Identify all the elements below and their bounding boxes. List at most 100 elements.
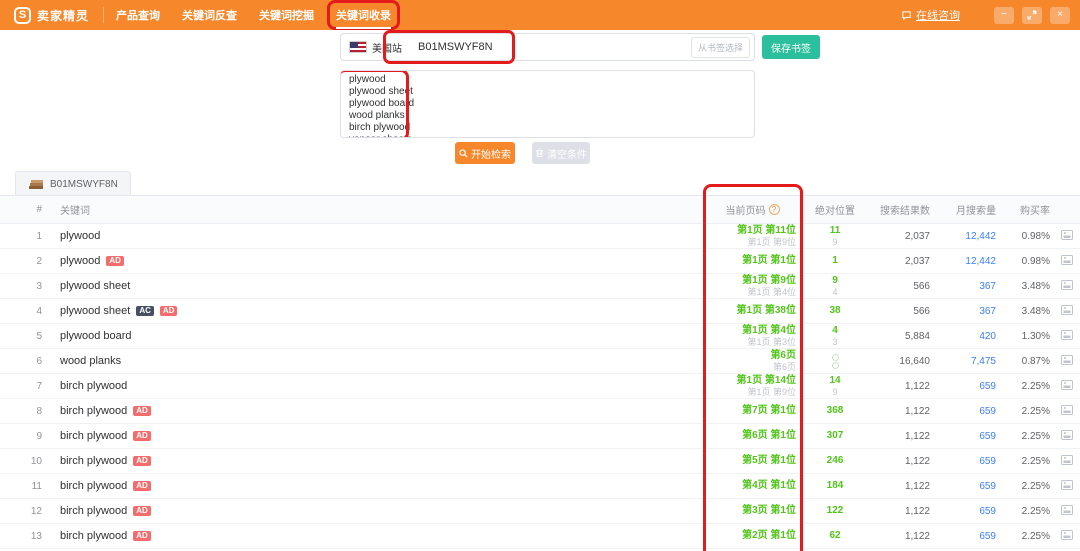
table-row[interactable]: 12 birch plywood AD 第3页 第1位 122 1,122 65… [0, 499, 1080, 524]
result-tab[interactable]: B01MSWYF8N [15, 171, 131, 196]
current-page-cell: 第6页 第1位 [705, 430, 800, 442]
help-icon[interactable]: ? [768, 204, 780, 215]
page-snapshot-icon[interactable] [1061, 427, 1073, 445]
keyword-cell: plywood board [50, 330, 705, 342]
row-index: 5 [36, 330, 42, 342]
table-row[interactable]: 3 plywood sheet 第1页 第9位 第1页 第4位 9 4 566 … [0, 274, 1080, 299]
topbar-right: 在线咨询 − × [901, 6, 1080, 24]
page-snapshot-icon[interactable] [1061, 402, 1073, 420]
row-index: 1 [36, 230, 42, 242]
result-tab-label: B01MSWYF8N [50, 178, 118, 190]
page-snapshot-icon[interactable] [1061, 277, 1073, 295]
monthly-searches-link[interactable]: 659 [979, 381, 996, 392]
monthly-searches-link[interactable]: 367 [979, 306, 996, 317]
keyword-text: birch plywood [60, 505, 128, 517]
restore-button[interactable] [1022, 6, 1042, 24]
page-snapshot-icon[interactable] [1061, 527, 1073, 545]
monthly-searches-link[interactable]: 12,442 [965, 256, 996, 267]
top-bar: S 卖家精灵 产品查询 关键词反查 关键词挖掘 关键词收录 在线咨询 − × [0, 0, 1080, 30]
absolute-position-cell: 9 4 [800, 275, 870, 298]
page-snapshot-icon[interactable] [1061, 352, 1073, 370]
page-snapshot-icon[interactable] [1061, 477, 1073, 495]
monthly-searches-link[interactable]: 659 [979, 506, 996, 517]
monthly-searches-link[interactable]: 367 [979, 281, 996, 292]
table-header-row: # 关键词 当前页码 ? 绝对位置 搜索结果数 月搜索量 购买率 [0, 196, 1080, 224]
asin-input[interactable]: B01MSWYF8N [418, 41, 493, 53]
brand[interactable]: S 卖家精灵 [0, 0, 103, 30]
monthly-searches-cell: 420 [930, 331, 1000, 342]
nav-item-3[interactable]: 关键词挖掘 [259, 5, 314, 25]
clear-conditions-button[interactable]: 清空条件 [532, 142, 590, 164]
current-page-cell: 第3页 第1位 [705, 505, 800, 517]
page-snapshot-icon[interactable] [1061, 327, 1073, 345]
site-select[interactable]: 美国站 [372, 40, 402, 55]
monthly-searches-link[interactable]: 659 [979, 431, 996, 442]
table-row[interactable]: 8 birch plywood AD 第7页 第1位 368 1,122 659… [0, 399, 1080, 424]
table-row[interactable]: 4 plywood sheet AC AD 第1页 第38位 38 566 367… [0, 299, 1080, 324]
absolute-position-primary: 38 [829, 305, 841, 316]
current-page-cell: 第6页 第6页 [705, 350, 800, 373]
monthly-searches-link[interactable]: 659 [979, 406, 996, 417]
absolute-position-cell: 184 [800, 480, 870, 492]
page-snapshot-icon[interactable] [1061, 502, 1073, 520]
online-service-link[interactable]: 在线咨询 [901, 7, 960, 23]
monthly-searches-link[interactable]: 659 [979, 531, 996, 542]
keyword-text: plywood [60, 255, 101, 267]
col-search-results: 搜索结果数 [880, 206, 930, 217]
current-page-primary: 第1页 第38位 [736, 305, 796, 316]
table-row[interactable]: 9 birch plywood AD 第6页 第1位 307 1,122 659… [0, 424, 1080, 449]
monthly-searches-link[interactable]: 420 [979, 331, 996, 342]
table-row[interactable]: 10 birch plywood AD 第5页 第1位 246 1,122 65… [0, 449, 1080, 474]
current-page-cell: 第1页 第11位 第1页 第9位 [705, 225, 800, 248]
monthly-searches-link[interactable]: 7,475 [971, 356, 996, 367]
monthly-searches-cell: 659 [930, 506, 1000, 517]
monthly-searches-link[interactable]: 659 [979, 481, 996, 492]
table-row[interactable]: 11 birch plywood AD 第4页 第1位 184 1,122 65… [0, 474, 1080, 499]
current-page-primary: 第1页 第1位 [742, 255, 796, 266]
asin-search-bar[interactable]: 美国站 B01MSWYF8N 从书签选择 [340, 30, 755, 64]
save-bookmark-button[interactable]: 保存书签 [762, 35, 820, 59]
search-results-cell: 566 [913, 305, 930, 317]
absolute-position-cell: 62 [800, 530, 870, 542]
monthly-searches-link[interactable]: 12,442 [965, 231, 996, 242]
snapshot-cell [1054, 277, 1080, 295]
close-button[interactable]: × [1050, 6, 1070, 24]
table-row[interactable]: 7 birch plywood 第1页 第14位 第1页 第9位 14 9 1,… [0, 374, 1080, 399]
monthly-searches-link[interactable]: 659 [979, 456, 996, 467]
keyword-text: birch plywood [60, 380, 128, 392]
absolute-position-primary: 1 [832, 255, 838, 266]
page-snapshot-icon[interactable] [1061, 302, 1073, 320]
from-bookmark-button[interactable]: 从书签选择 [690, 36, 750, 58]
table-row[interactable]: 2 plywood AD 第1页 第1位 1 2,037 12,442 0.98… [0, 249, 1080, 274]
absolute-position-cell: 368 [800, 405, 870, 417]
page-snapshot-icon[interactable] [1061, 452, 1073, 470]
start-search-button[interactable]: 开始检索 [455, 142, 515, 164]
snapshot-cell [1054, 377, 1080, 395]
keywords-textarea[interactable]: plywood plywood sheet plywood board wood… [341, 71, 754, 137]
nav-item-2[interactable]: 关键词反查 [182, 5, 237, 25]
keyword-text: birch plywood [60, 455, 128, 467]
col-monthly-searches: 月搜索量 [956, 206, 996, 217]
minimize-button[interactable]: − [994, 6, 1014, 24]
page-snapshot-icon[interactable] [1061, 227, 1073, 245]
table-row[interactable]: 6 wood planks 第6页 第6页 16,640 7,475 0.87% [0, 349, 1080, 374]
nav-item-1[interactable]: 产品查询 [116, 5, 160, 25]
row-index: 12 [30, 505, 42, 517]
page-snapshot-icon[interactable] [1061, 377, 1073, 395]
current-page-primary: 第2页 第1位 [742, 530, 796, 541]
keyword-cell: plywood AD [50, 255, 705, 267]
ad-badge: AD [133, 531, 151, 541]
table-row[interactable]: 1 plywood 第1页 第11位 第1页 第9位 11 9 2,037 12… [0, 224, 1080, 249]
current-page-cell: 第1页 第9位 第1页 第4位 [705, 275, 800, 298]
search-icon [459, 148, 468, 158]
keyword-cell: plywood [50, 230, 705, 242]
purchase-rate-cell: 2.25% [1021, 455, 1050, 467]
search-results-cell: 1,122 [904, 380, 930, 392]
keyword-cell: birch plywood AD [50, 430, 705, 442]
table-row[interactable]: 13 birch plywood AD 第2页 第1位 62 1,122 659… [0, 524, 1080, 549]
ad-badge: AD [133, 431, 151, 441]
keyword-cell: birch plywood AD [50, 505, 705, 517]
table-row[interactable]: 5 plywood board 第1页 第4位 第1页 第3位 4 3 5,88… [0, 324, 1080, 349]
nav-item-4[interactable]: 关键词收录 [327, 0, 401, 30]
page-snapshot-icon[interactable] [1061, 252, 1073, 270]
